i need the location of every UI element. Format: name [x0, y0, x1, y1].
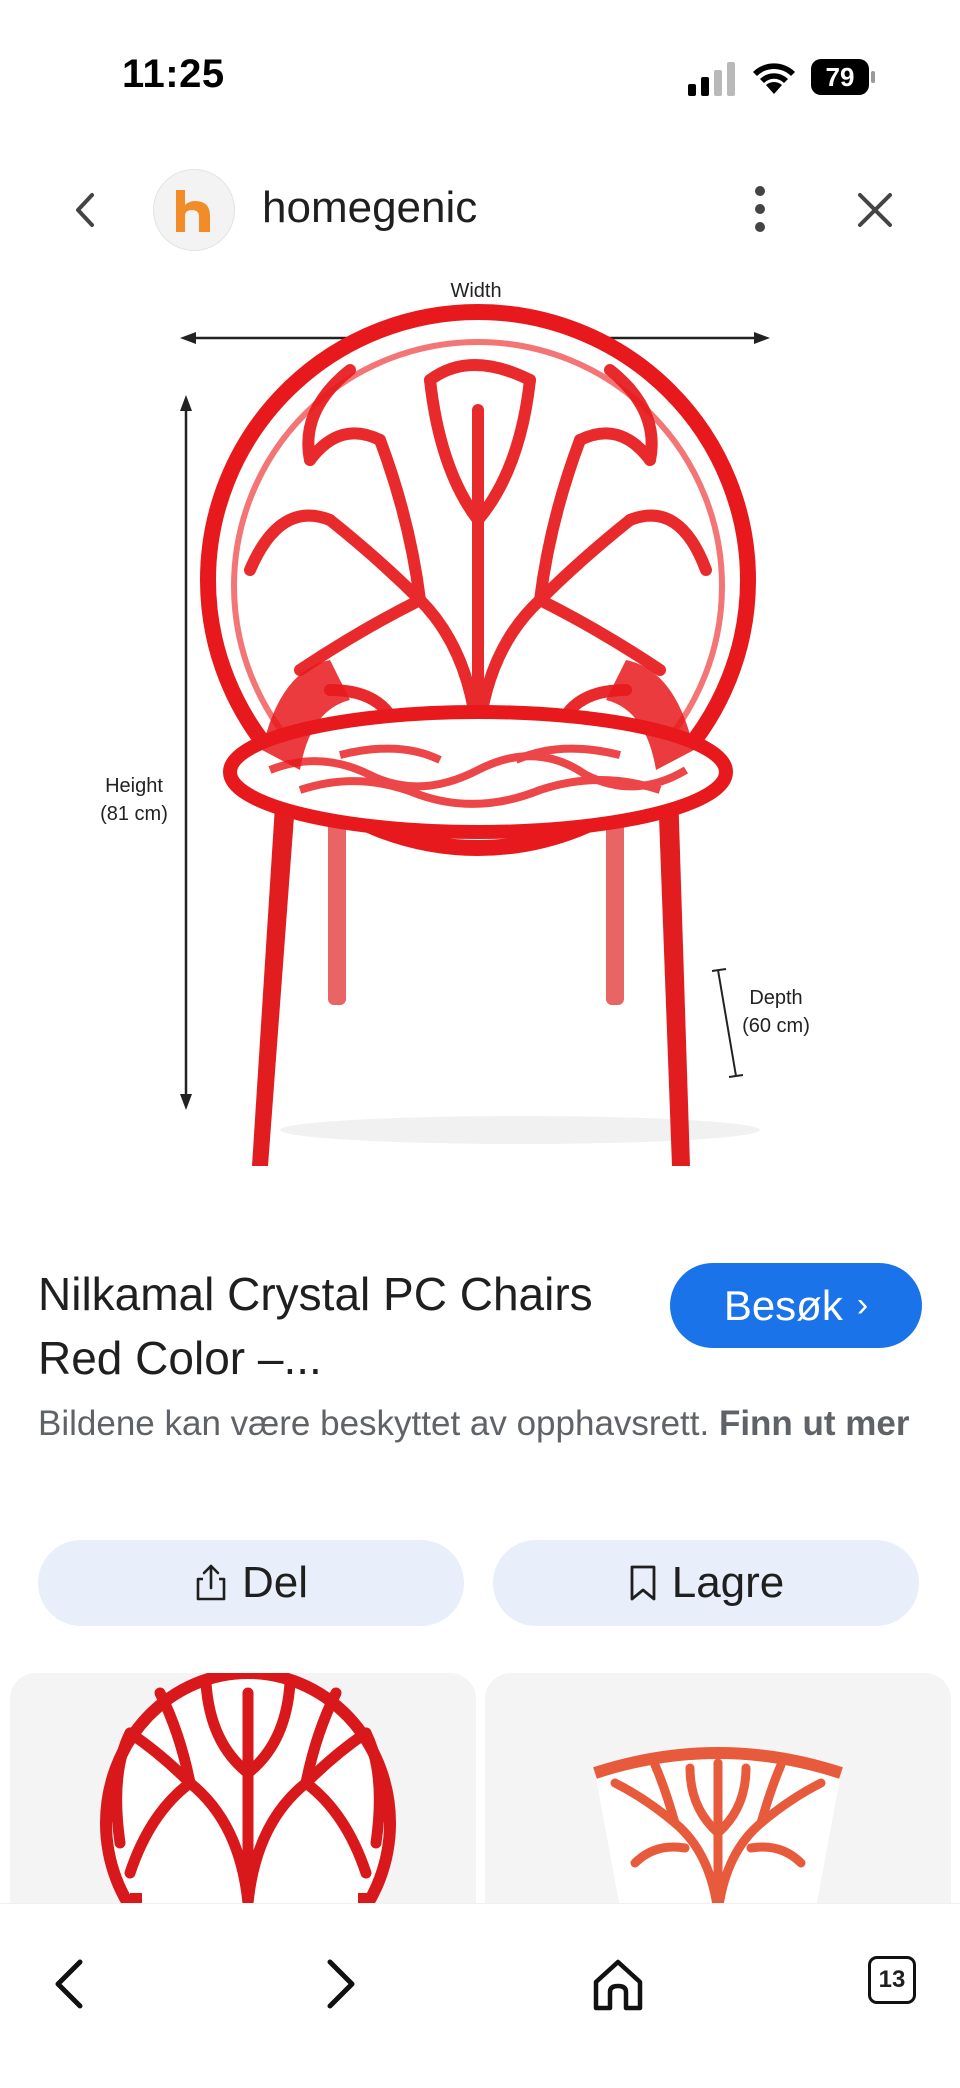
copyright-notice: Bildene kan være beskyttet av opphavsret… [38, 1398, 918, 1449]
bookmark-icon [630, 1565, 656, 1601]
height-label: Height [105, 775, 163, 797]
result-title[interactable]: Nilkamal Crystal PC Chairs Red Color –..… [38, 1262, 638, 1390]
related-image-2[interactable] [485, 1673, 951, 1913]
tabs-count-button[interactable]: 13 [868, 1956, 916, 2004]
visit-button[interactable]: Besøk › [670, 1263, 922, 1348]
status-time: 11:25 [122, 52, 225, 96]
forward-arrow-icon[interactable] [310, 1954, 370, 2014]
back-arrow-icon[interactable] [40, 1954, 100, 2014]
wifi-icon [753, 63, 795, 94]
save-label: Lagre [671, 1558, 785, 1607]
back-chevron-icon[interactable] [60, 185, 110, 235]
more-options-icon[interactable] [740, 179, 780, 239]
cellular-signal-icon [688, 62, 735, 96]
share-button[interactable]: Del [38, 1540, 464, 1626]
chevron-right-icon: › [856, 1286, 869, 1324]
visit-button-label: Besøk [723, 1281, 843, 1329]
source-header: homegenic [0, 165, 960, 255]
learn-more-link[interactable]: Finn ut mer [719, 1404, 910, 1443]
copyright-text: Bildene kan være beskyttet av opphavsret… [38, 1404, 710, 1443]
related-image-1[interactable] [10, 1673, 476, 1913]
height-value: (81 cm) [100, 803, 168, 825]
close-icon[interactable] [850, 185, 900, 235]
site-name[interactable]: homegenic [262, 183, 477, 233]
home-icon[interactable] [588, 1954, 648, 2014]
depth-label: Depth [749, 987, 802, 1009]
share-icon [196, 1564, 226, 1601]
site-logo[interactable] [153, 169, 235, 251]
width-label: Width [450, 280, 501, 302]
browser-toolbar: 13 [0, 1903, 960, 2088]
depth-value: (60 cm) [742, 1015, 810, 1037]
share-label: Del [241, 1558, 309, 1607]
chair-dimension-diagram: Width (61 cm) Height (81 cm) Depth (60 c… [100, 280, 810, 1166]
battery-level: 79 [825, 62, 855, 92]
status-bar: 11:25 79 [0, 0, 960, 150]
battery-icon: 79 [810, 58, 876, 96]
save-button[interactable]: Lagre [493, 1540, 919, 1626]
product-image[interactable]: Width (61 cm) Height (81 cm) Depth (60 c… [0, 270, 960, 1190]
